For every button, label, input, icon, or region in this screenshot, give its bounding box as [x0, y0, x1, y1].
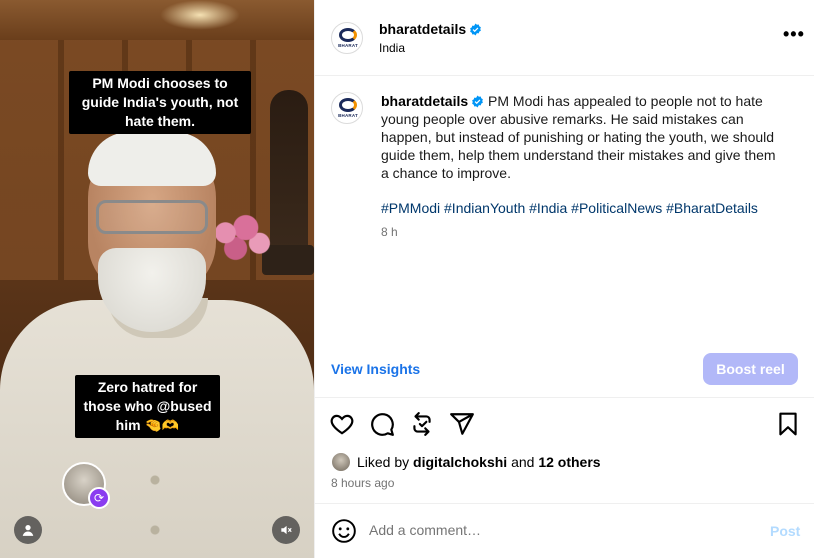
posted-time: 8 hours ago [331, 476, 395, 490]
video-caption-top: PM Modi chooses to guide India's youth, … [69, 71, 251, 134]
reel-video[interactable]: PM Modi chooses to guide India's youth, … [0, 0, 314, 558]
logo-text: BHARAT [338, 43, 358, 48]
comment-bar: Post [315, 503, 814, 558]
statue [270, 90, 308, 260]
header-username[interactable]: bharatdetails [379, 21, 482, 37]
likes-and: and [511, 454, 535, 470]
post-side-panel: BHARAT bharatdetails India ••• BHARAT bh… [314, 0, 814, 558]
likes-others[interactable]: 12 others [538, 454, 600, 470]
view-insights-link[interactable]: View Insights [331, 361, 420, 377]
user-tag-icon[interactable] [14, 516, 42, 544]
post-location[interactable]: India [379, 41, 405, 55]
likes-prefix: Liked by [357, 454, 410, 470]
video-caption-bottom: Zero hatred for those who @bused him 🤏🫶 [75, 375, 220, 438]
repost-icon[interactable] [409, 411, 435, 437]
verified-badge-icon [472, 95, 484, 108]
caption-time: 8 h [381, 225, 398, 239]
liker-username[interactable]: digitalchokshi [413, 454, 507, 470]
caption-block: BHARAT bharatdetails PM Modi has appeale… [315, 76, 814, 340]
caption-avatar[interactable]: BHARAT [331, 92, 363, 124]
emoji-icon[interactable] [331, 518, 357, 544]
post-header: BHARAT bharatdetails India ••• [315, 0, 814, 76]
boost-reel-button[interactable]: Boost reel [703, 353, 798, 385]
bookmark-icon[interactable] [775, 411, 801, 437]
comment-input[interactable] [369, 522, 749, 538]
logo-text: BHARAT [338, 113, 358, 118]
speaker-muted-icon [281, 525, 292, 535]
caption-text: bharatdetails PM Modi has appealed to pe… [381, 92, 785, 182]
person-icon [22, 525, 34, 536]
caption-username[interactable]: bharatdetails [381, 93, 468, 109]
send-icon[interactable] [449, 411, 475, 437]
verified-badge-icon [470, 23, 482, 36]
liker-avatar[interactable] [331, 452, 351, 472]
instagram-reel-view: PM Modi chooses to guide India's youth, … [0, 0, 814, 558]
bharat-logo-icon [339, 28, 357, 42]
post-comment-button[interactable]: Post [770, 523, 800, 539]
collab-icon[interactable]: ⟳ [88, 487, 110, 509]
speaker-hair [88, 132, 216, 186]
account-avatar[interactable]: BHARAT [331, 22, 363, 54]
ceiling-light [160, 0, 240, 30]
caption-hashtags[interactable]: #PMModi #IndianYouth #India #PoliticalNe… [381, 200, 758, 216]
action-bar [315, 398, 814, 450]
more-options-icon[interactable]: ••• [783, 25, 807, 48]
comment-icon[interactable] [369, 411, 395, 437]
bharat-logo-icon [339, 98, 357, 112]
background-cornice [0, 0, 314, 40]
speaker-glasses [96, 200, 208, 234]
insights-row: View Insights Boost reel [315, 340, 814, 398]
heart-icon[interactable] [329, 411, 355, 437]
mute-icon[interactable] [272, 516, 300, 544]
header-username-text[interactable]: bharatdetails [379, 21, 466, 37]
likes-summary: Liked by digitalchokshi and 12 others [331, 452, 601, 474]
